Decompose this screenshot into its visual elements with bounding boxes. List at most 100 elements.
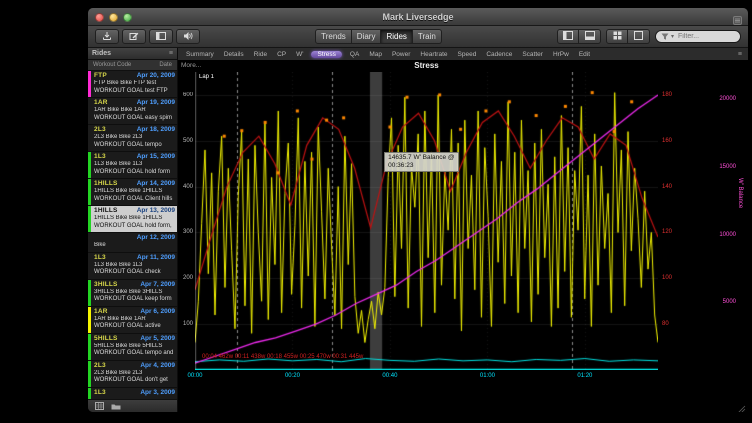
ride-code: 1AR bbox=[94, 99, 108, 106]
chart-tab-ride[interactable]: Ride bbox=[252, 51, 269, 58]
view-tab-diary[interactable]: Diary bbox=[352, 29, 382, 44]
ride-color-stripe bbox=[88, 361, 91, 387]
tile-view-button[interactable] bbox=[606, 29, 628, 44]
ride-list-item[interactable]: 5HILLS Apr 5, 20095HILLS Bike Bike 5HILLS… bbox=[88, 334, 177, 361]
ride-list-item[interactable]: 1ARApr 19, 20091AR Bike Bike 1AR WORKOUT… bbox=[88, 98, 177, 125]
audio-button[interactable] bbox=[176, 29, 200, 44]
sidebar-title: Rides bbox=[92, 50, 111, 57]
view-tab-rides[interactable]: Rides bbox=[381, 29, 412, 44]
view-style-group bbox=[606, 29, 650, 44]
ride-code: 3HILLS bbox=[94, 281, 118, 288]
ride-list[interactable]: FTPApr 20, 2009FTP Bike Bike FTP test WO… bbox=[88, 71, 177, 399]
chart-tab-heartrate[interactable]: Heartrate bbox=[418, 51, 449, 58]
ride-date: Apr 6, 2009 bbox=[140, 308, 175, 315]
sidebar-column-headers[interactable]: Workout Code Date bbox=[88, 60, 177, 71]
ride-code: 1L3 bbox=[94, 389, 106, 396]
table-view-icon[interactable] bbox=[95, 397, 104, 412]
chart-tab-map[interactable]: Map bbox=[367, 51, 384, 58]
main-view: Summary Details Ride CP W' Stress QA Map Power He… bbox=[178, 48, 748, 412]
bottombar-layout-icon bbox=[585, 31, 595, 42]
filter-input[interactable] bbox=[676, 32, 735, 41]
column-header-workout-code[interactable]: Workout Code bbox=[93, 62, 131, 68]
left-axis-tick: 300 bbox=[179, 229, 193, 235]
ride-date: Apr 18, 2009 bbox=[137, 126, 175, 133]
download-activity-button[interactable] bbox=[95, 29, 119, 44]
wbal-axis-tick: 20000 bbox=[714, 96, 736, 102]
ride-color-stripe bbox=[88, 125, 91, 151]
right-axis-tick: 180 bbox=[662, 92, 672, 98]
filter-field[interactable]: ▾ bbox=[655, 30, 741, 43]
ride-description: 2L3 Bike Bike 2L3 WORKOUT GOAL don't get… bbox=[94, 370, 175, 385]
lower-panel-button[interactable] bbox=[579, 29, 601, 44]
stress-plot-canvas[interactable] bbox=[195, 72, 658, 370]
window-menu-icon[interactable] bbox=[733, 12, 742, 30]
chart-tab-w[interactable]: W' bbox=[294, 51, 305, 58]
ride-description: 5HILLS Bike Bike 5HILLS WORKOUT GOAL tem… bbox=[94, 343, 175, 358]
chart-tab-menu-icon[interactable]: ≡ bbox=[738, 51, 742, 58]
ride-list-item[interactable]: 1L3Apr 15, 20091L3 Bike Bike 1L3 WORKOUT… bbox=[88, 152, 177, 179]
chart-tab-speed[interactable]: Speed bbox=[456, 51, 479, 58]
ride-color-stripe bbox=[88, 206, 91, 232]
ride-list-item[interactable]: 1ARApr 6, 20091AR Bike Bike 1AR WORKOUT … bbox=[88, 307, 177, 334]
ride-list-item[interactable]: 1HILLSApr 13, 20091HILLS Bike Bike 1HILL… bbox=[88, 206, 177, 233]
ride-list-item[interactable]: 1HILLSApr 14, 20091HILLS Bike Bike 1HILL… bbox=[88, 179, 177, 206]
ride-list-item[interactable]: 1L3Apr 3, 2009 bbox=[88, 388, 177, 400]
ride-date: Apr 5, 2009 bbox=[140, 335, 175, 342]
column-header-date[interactable]: Date bbox=[159, 62, 172, 68]
right-axis-tick: 120 bbox=[662, 229, 672, 235]
app-window: Mark Liversedge bbox=[88, 8, 748, 412]
ride-color-stripe bbox=[88, 388, 91, 399]
titlebar[interactable]: Mark Liversedge bbox=[88, 8, 748, 26]
ride-description: FTP Bike Bike FTP test WORKOUT GOAL test… bbox=[94, 80, 175, 95]
chart-tab-power[interactable]: Power bbox=[390, 51, 412, 58]
view-tab-trends[interactable]: Trends bbox=[315, 29, 352, 44]
rides-sidebar: Rides ≡ Workout Code Date FTPApr 20, 200… bbox=[88, 48, 178, 412]
ride-list-item[interactable]: 1L3Apr 11, 20091L3 Bike Bike 1L3 WORKOUT… bbox=[88, 253, 177, 280]
manual-entry-button[interactable] bbox=[122, 29, 146, 44]
chart-tab-cadence[interactable]: Cadence bbox=[484, 51, 514, 58]
x-axis-tick: 00:00 bbox=[187, 373, 202, 379]
chart-tab-scatter[interactable]: Scatter bbox=[520, 51, 545, 58]
view-tab-train[interactable]: Train bbox=[413, 29, 442, 44]
sidebar-header[interactable]: Rides ≡ bbox=[88, 48, 177, 60]
compose-icon bbox=[129, 31, 139, 43]
ride-description: 1L3 Bike Bike 1L3 WORKOUT GOAL hold form… bbox=[94, 161, 175, 176]
ride-list-item[interactable]: FTPApr 20, 2009FTP Bike Bike FTP test WO… bbox=[88, 71, 177, 98]
chart-tab-bar: Summary Details Ride CP W' Stress QA Map Power He… bbox=[178, 48, 748, 60]
resize-grip[interactable] bbox=[737, 401, 746, 410]
folder-icon[interactable] bbox=[111, 397, 121, 412]
sidebar-panel-button[interactable] bbox=[557, 29, 579, 44]
sidebar-layout-icon bbox=[563, 31, 573, 42]
chart-tab-summary[interactable]: Summary bbox=[184, 51, 216, 58]
toggle-sidebar-button[interactable] bbox=[149, 29, 173, 44]
download-icon bbox=[102, 31, 112, 43]
ride-list-item[interactable]: 2L3Apr 4, 20092L3 Bike Bike 2L3 WORKOUT … bbox=[88, 361, 177, 388]
minimize-window-button[interactable] bbox=[109, 13, 118, 22]
wbal-axis-tick: 10000 bbox=[714, 232, 736, 238]
chart-tab-hrpw[interactable]: HrPw bbox=[551, 51, 571, 58]
filter-dropdown-icon[interactable]: ▾ bbox=[671, 34, 674, 40]
close-window-button[interactable] bbox=[95, 13, 104, 22]
zoom-window-button[interactable] bbox=[123, 13, 132, 22]
ride-list-item[interactable]: Apr 12, 2009Bike bbox=[88, 233, 177, 253]
panel-toggle-group bbox=[557, 29, 601, 44]
chart-tab-cp[interactable]: CP bbox=[275, 51, 288, 58]
single-view-button[interactable] bbox=[628, 29, 650, 44]
ride-list-item[interactable]: 2L3Apr 18, 20092L3 Bike Bike 2L3 WORKOUT… bbox=[88, 125, 177, 152]
ride-color-stripe bbox=[88, 152, 91, 178]
chart-tab-edit[interactable]: Edit bbox=[577, 51, 592, 58]
ride-list-item[interactable]: 3HILLSApr 7, 20093HILLS Bike Bike 3HILLS… bbox=[88, 280, 177, 307]
toolbar-left-group bbox=[95, 29, 200, 44]
ride-code: 1AR bbox=[94, 308, 108, 315]
chart-tab-stress[interactable]: Stress bbox=[311, 51, 341, 58]
window-title: Mark Liversedge bbox=[88, 12, 748, 22]
ride-code: 5HILLS bbox=[94, 335, 118, 342]
chart-tab-details[interactable]: Details bbox=[222, 51, 246, 58]
right-axis-tick: 80 bbox=[662, 321, 669, 327]
ride-code: 1HILLS bbox=[94, 180, 118, 187]
funnel-icon bbox=[661, 28, 669, 46]
sidebar-menu-icon[interactable]: ≡ bbox=[169, 50, 173, 57]
ride-code: 1L3 bbox=[94, 153, 106, 160]
chart-tab-qa[interactable]: QA bbox=[348, 51, 361, 58]
single-layout-icon bbox=[634, 31, 643, 42]
